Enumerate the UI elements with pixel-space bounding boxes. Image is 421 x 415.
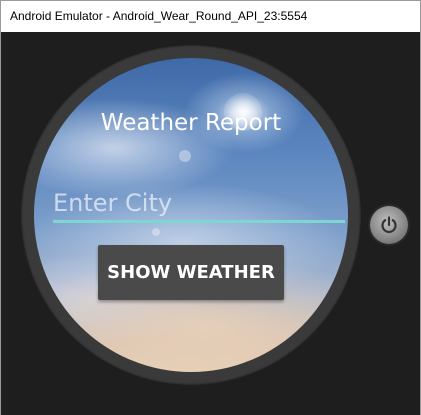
power-icon bbox=[381, 216, 397, 234]
lens-flare-dot bbox=[179, 150, 191, 162]
show-weather-button[interactable]: SHOW WEATHER bbox=[98, 245, 284, 300]
emulator-window: Android Emulator - Android_Wear_Round_AP… bbox=[0, 0, 421, 415]
watch-screen: Weather Report SHOW WEATHER bbox=[34, 58, 348, 372]
emulator-canvas: Weather Report SHOW WEATHER bbox=[1, 32, 420, 415]
power-button[interactable] bbox=[370, 206, 408, 244]
app-heading: Weather Report bbox=[100, 110, 282, 136]
window-title: Android Emulator - Android_Wear_Round_AP… bbox=[10, 9, 308, 23]
lens-flare-dot bbox=[152, 228, 160, 236]
city-input[interactable] bbox=[53, 186, 345, 223]
window-titlebar[interactable]: Android Emulator - Android_Wear_Round_AP… bbox=[1, 1, 420, 32]
watch-bezel: Weather Report SHOW WEATHER bbox=[21, 45, 361, 385]
